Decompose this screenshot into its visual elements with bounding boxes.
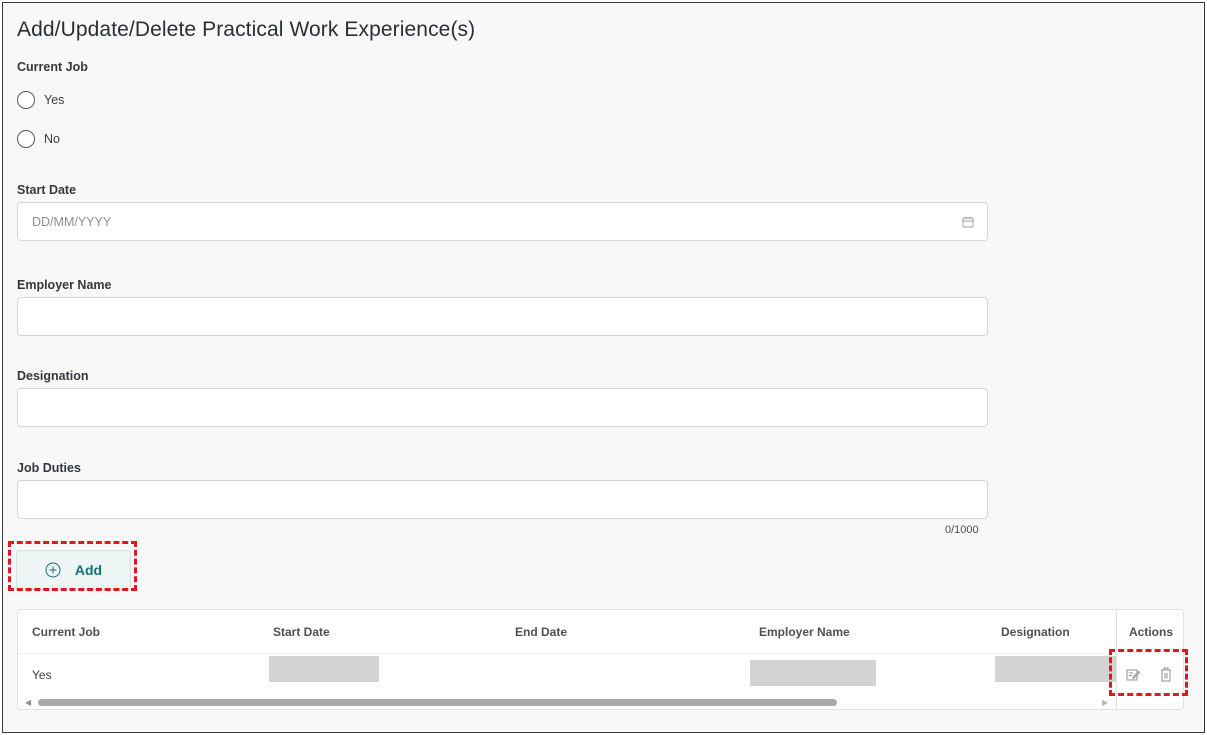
column-header-designation[interactable]: Designation [1001,625,1070,639]
add-button-label: Add [74,562,103,578]
edit-icon[interactable] [1126,667,1140,682]
actions-column: Actions [1116,610,1183,709]
column-header-end-date[interactable]: End Date [515,625,567,639]
header-divider [18,653,1183,654]
current-job-no-radio[interactable]: No [17,130,60,148]
horizontal-scrollbar[interactable]: ◀ ▶ [18,696,1116,708]
start-date-input[interactable] [17,202,988,241]
scroll-right-arrow-icon[interactable]: ▶ [1102,698,1108,707]
calendar-icon[interactable] [961,215,975,229]
scroll-left-arrow-icon[interactable]: ◀ [25,698,31,707]
employer-name-label: Employer Name [17,278,112,292]
radio-label-no: No [44,132,60,146]
plus-circle-icon [45,562,61,578]
page-title: Add/Update/Delete Practical Work Experie… [17,18,476,41]
radio-circle[interactable] [17,130,35,148]
employer-name-input[interactable] [17,297,988,336]
redacted-start-date [269,656,379,682]
column-header-employer-name[interactable]: Employer Name [759,625,850,639]
column-header-actions: Actions [1129,625,1174,639]
job-duties-label: Job Duties [17,461,81,475]
scrollbar-thumb[interactable] [38,699,837,706]
designation-input[interactable] [17,388,988,427]
work-experience-table: Current Job Start Date End Date Employer… [17,609,1184,710]
current-job-label: Current Job [17,60,88,74]
cell-current-job: Yes [32,668,52,682]
add-button[interactable]: Add [16,550,131,590]
column-header-start-date[interactable]: Start Date [273,625,330,639]
current-job-yes-radio[interactable]: Yes [17,91,64,109]
character-counter: 0/1000 [945,524,979,536]
radio-label-yes: Yes [44,93,65,107]
redacted-designation [995,656,1116,682]
job-duties-input[interactable] [17,480,988,519]
redacted-employer-name [750,660,876,686]
designation-label: Designation [17,369,89,383]
start-date-label: Start Date [17,183,77,197]
radio-circle[interactable] [17,91,35,109]
delete-icon[interactable] [1159,667,1173,682]
column-header-current-job[interactable]: Current Job [32,625,100,639]
